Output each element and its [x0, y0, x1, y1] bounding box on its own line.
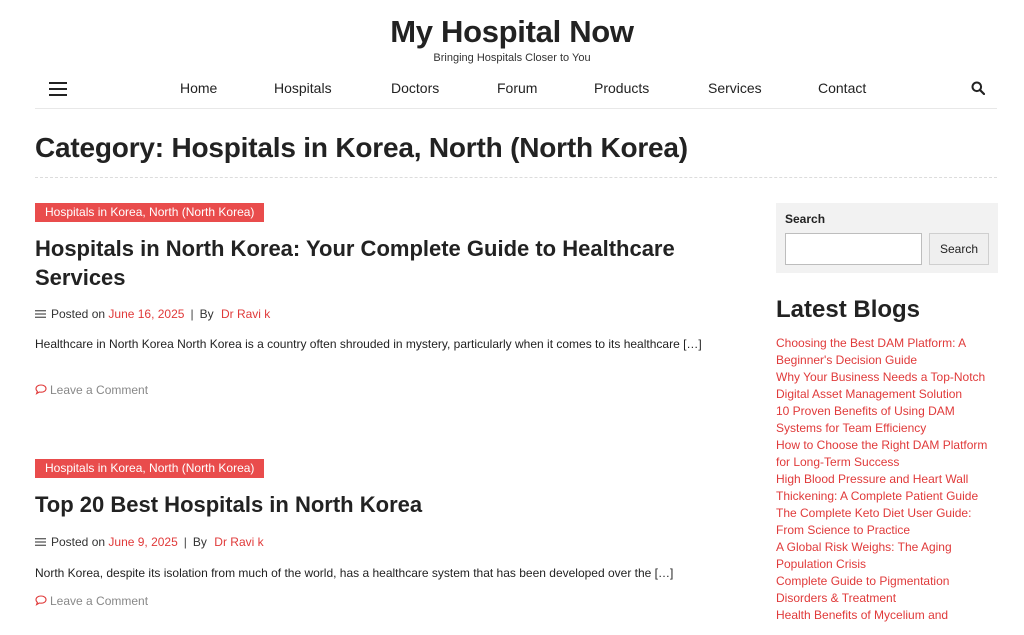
site-tagline: Bringing Hospitals Closer to You: [433, 52, 591, 64]
post-meta: Posted on June 9, 2025 | By Dr Ravi k: [35, 535, 264, 549]
nav-item-products[interactable]: Products: [594, 80, 649, 96]
leave-comment-label: Leave a Comment: [50, 594, 149, 608]
category-badge[interactable]: Hospitals in Korea, North (North Korea): [35, 459, 265, 478]
post-meta: Posted on June 16, 2025 | By Dr Ravi k: [35, 307, 270, 321]
post-title[interactable]: Top 20 Best Hospitals in North Korea: [35, 490, 750, 519]
search-widget-label: Search: [785, 212, 826, 226]
meta-separator: |: [183, 535, 187, 549]
leave-comment-label: Leave a Comment: [50, 383, 149, 397]
nav-item-services[interactable]: Services: [708, 80, 762, 96]
comment-icon: [35, 384, 47, 396]
blog-link[interactable]: The Complete Keto Diet User Guide: From …: [776, 505, 998, 539]
latest-blogs-title: Latest Blogs: [776, 296, 921, 323]
blog-link[interactable]: How to Choose the Right DAM Platform for…: [776, 437, 998, 471]
posted-on-label: Posted on: [51, 535, 106, 549]
latest-blogs-list: Choosing the Best DAM Platform: A Beginn…: [776, 335, 998, 624]
list-icon: [35, 309, 46, 318]
nav-item-contact[interactable]: Contact: [818, 80, 866, 96]
comment-icon: [35, 595, 47, 607]
nav-item-doctors[interactable]: Doctors: [391, 80, 439, 96]
page-title: Category: Hospitals in Korea, North (Nor…: [35, 132, 688, 163]
search-button[interactable]: Search: [929, 233, 989, 265]
meta-separator: |: [190, 307, 194, 321]
post-title[interactable]: Hospitals in North Korea: Your Complete …: [35, 234, 750, 292]
title-divider: [35, 177, 997, 178]
by-label: By: [199, 307, 214, 321]
search-icon[interactable]: [971, 81, 985, 95]
hamburger-icon[interactable]: [49, 82, 67, 96]
post-date[interactable]: June 16, 2025: [108, 307, 184, 321]
blog-link[interactable]: A Global Risk Weighs: The Aging Populati…: [776, 539, 998, 573]
blog-link[interactable]: 10 Proven Benefits of Using DAM Systems …: [776, 403, 998, 437]
blog-link[interactable]: Health Benefits of Mycelium and: [776, 607, 998, 624]
nav-item-forum[interactable]: Forum: [497, 80, 537, 96]
leave-comment-link[interactable]: Leave a Comment: [35, 383, 148, 397]
search-widget: Search Search: [776, 203, 998, 273]
nav-item-hospitals[interactable]: Hospitals: [274, 80, 332, 96]
by-label: By: [192, 535, 207, 549]
nav-item-home[interactable]: Home: [180, 80, 217, 96]
category-badge[interactable]: Hospitals in Korea, North (North Korea): [35, 203, 265, 222]
blog-link[interactable]: Why Your Business Needs a Top-Notch Digi…: [776, 369, 998, 403]
post-excerpt: North Korea, despite its isolation from …: [35, 566, 674, 580]
post-author[interactable]: Dr Ravi k: [214, 535, 263, 549]
posted-on-label: Posted on: [51, 307, 106, 321]
search-input[interactable]: [785, 233, 922, 265]
blog-link[interactable]: High Blood Pressure and Heart Wall Thick…: [776, 471, 998, 505]
post-date[interactable]: June 9, 2025: [108, 535, 177, 549]
post-excerpt: Healthcare in North Korea North Korea is…: [35, 337, 702, 351]
list-icon: [35, 537, 46, 546]
leave-comment-link[interactable]: Leave a Comment: [35, 594, 148, 608]
site-title[interactable]: My Hospital Now: [0, 14, 1024, 50]
blog-link[interactable]: Choosing the Best DAM Platform: A Beginn…: [776, 335, 998, 369]
main-navigation: Home Hospitals Doctors Forum Products Se…: [35, 74, 997, 109]
post-author[interactable]: Dr Ravi k: [221, 307, 270, 321]
blog-link[interactable]: Complete Guide to Pigmentation Disorders…: [776, 573, 998, 607]
